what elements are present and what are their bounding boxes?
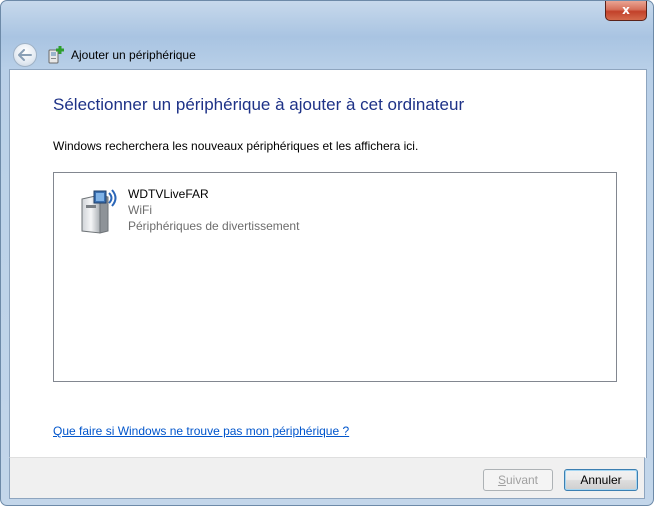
page-description: Windows recherchera les nouveaux périphé… [53, 139, 419, 153]
next-accelerator: S [497, 473, 506, 487]
device-list[interactable]: WDTVLiveFAR WiFi Périphériques de divert… [53, 172, 617, 382]
help-link[interactable]: Que faire si Windows ne trouve pas mon p… [53, 424, 349, 438]
device-item[interactable]: WDTVLiveFAR WiFi Périphériques de divert… [78, 185, 598, 245]
next-button[interactable]: Suivant [483, 469, 553, 491]
next-label: uivant [505, 473, 539, 487]
back-button[interactable] [13, 43, 37, 67]
page-heading: Sélectionner un périphérique à ajouter à… [53, 95, 465, 114]
media-device-icon [78, 187, 126, 235]
window-title: Ajouter un périphérique [71, 48, 196, 62]
device-name: WDTVLiveFAR [128, 187, 209, 201]
back-arrow-icon [18, 49, 32, 61]
device-category: Périphériques de divertissement [128, 219, 300, 233]
close-icon: x [622, 3, 630, 17]
device-connection: WiFi [128, 203, 152, 217]
dialog-window: x Ajouter un périphérique Sélectionner u… [0, 0, 654, 506]
add-device-icon [45, 45, 67, 65]
close-button[interactable]: x [605, 1, 647, 21]
cancel-button[interactable]: Annuler [564, 469, 638, 491]
